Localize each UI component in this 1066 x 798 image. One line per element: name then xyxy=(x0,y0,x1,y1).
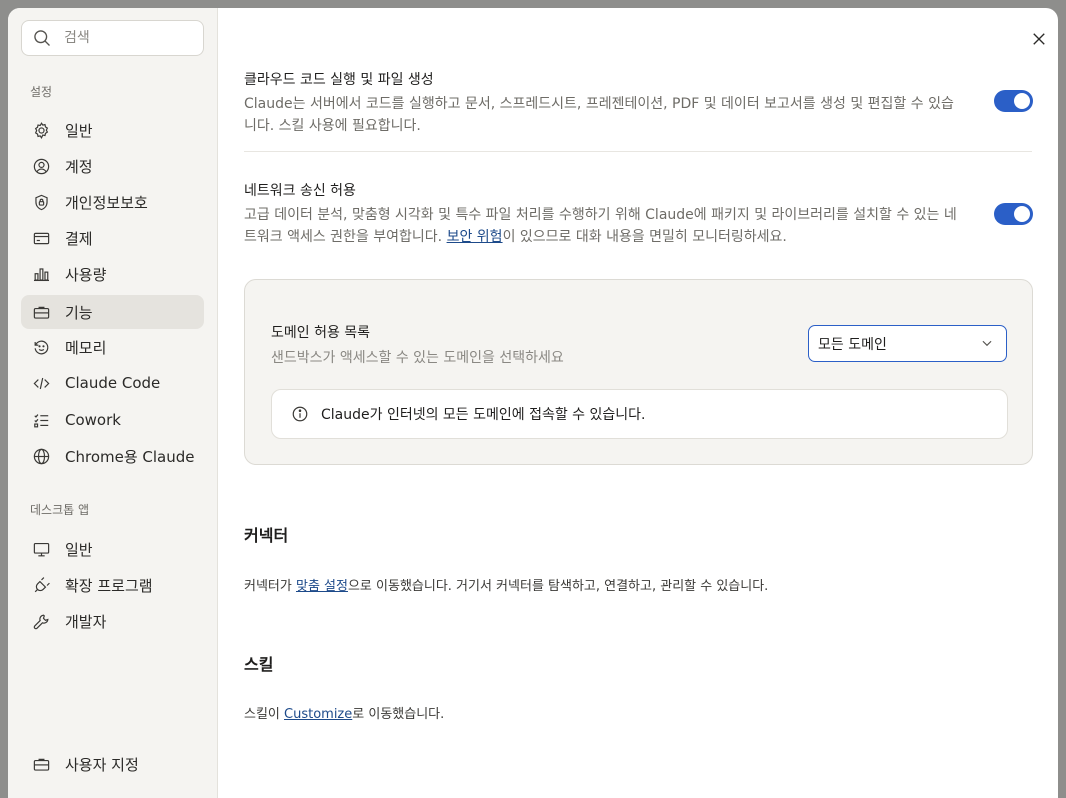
skills-heading: 스킬 xyxy=(244,655,274,674)
skills-text: 스킬이 Customize로 이동했습니다. xyxy=(244,703,444,722)
sidebar-item-general[interactable]: 일반 xyxy=(21,113,204,147)
settings-section-label: 설정 xyxy=(30,85,53,99)
search-input[interactable] xyxy=(64,30,194,46)
sidebar-item-privacy[interactable]: 개인정보보호 xyxy=(21,185,204,219)
security-risk-link[interactable]: 보안 위험 xyxy=(447,229,503,245)
domain-select-value: 모든 도메인 xyxy=(818,336,887,353)
chevron-down-icon xyxy=(980,336,994,350)
network-egress-toggle[interactable] xyxy=(994,203,1033,225)
sidebar-item-label: 개인정보보호 xyxy=(65,193,148,212)
sidebar-item-label: 사용량 xyxy=(65,265,107,284)
sidebar-item-label: Claude Code xyxy=(65,374,161,392)
sidebar-item-memory[interactable]: 메모리 xyxy=(21,330,204,364)
domain-info-text: Claude가 인터넷의 모든 도메인에 접속할 수 있습니다. xyxy=(321,407,646,423)
plugin-icon xyxy=(31,575,51,595)
info-icon xyxy=(291,405,309,423)
gear-icon xyxy=(31,120,51,140)
desktop-section-label: 데스크톱 앱 xyxy=(30,503,90,517)
sidebar-item-label: 확장 프로그램 xyxy=(65,576,153,595)
sidebar-item-label: 사용자 지정 xyxy=(65,755,139,774)
sidebar: 설정 일반 계정 개인정보보호 결제 사용량 기능 메모리 xyxy=(8,8,218,798)
sidebar-item-desktop-general[interactable]: 일반 xyxy=(21,532,204,566)
skills-text-before: 스킬이 xyxy=(244,707,285,722)
checklist-icon xyxy=(31,410,51,430)
code-exec-title: 클라우드 코드 실행 및 파일 생성 xyxy=(244,72,434,88)
domain-select[interactable]: 모든 도메인 xyxy=(808,325,1007,362)
credit-card-icon xyxy=(31,228,51,248)
globe-icon xyxy=(31,446,51,466)
bar-chart-icon xyxy=(31,264,51,284)
sidebar-item-label: 일반 xyxy=(65,121,93,140)
wrench-icon xyxy=(31,611,51,631)
customize-settings-link[interactable]: 맞춤 설정 xyxy=(296,579,348,594)
sidebar-item-label: 메모리 xyxy=(65,338,107,357)
sidebar-item-extensions[interactable]: 확장 프로그램 xyxy=(21,568,204,602)
toggle-knob xyxy=(1014,93,1030,109)
network-egress-description: 고급 데이터 분석, 맞춤형 시각화 및 특수 파일 처리를 수행하기 위해 C… xyxy=(244,204,964,248)
sidebar-item-label: Cowork xyxy=(65,411,121,429)
sidebar-item-billing[interactable]: 결제 xyxy=(21,221,204,255)
connectors-heading: 커넥터 xyxy=(244,526,289,545)
sidebar-item-developer[interactable]: 개발자 xyxy=(21,604,204,638)
code-exec-toggle[interactable] xyxy=(994,90,1033,112)
network-egress-title: 네트워크 송신 허용 xyxy=(244,183,356,199)
sidebar-item-cowork[interactable]: Cowork xyxy=(21,403,204,437)
sidebar-item-features[interactable]: 기능 xyxy=(21,295,204,329)
sidebar-item-account[interactable]: 계정 xyxy=(21,149,204,183)
close-button[interactable] xyxy=(1028,28,1050,50)
domain-allowlist-panel: 도메인 허용 목록 샌드박스가 액세스할 수 있는 도메인을 선택하세요 모든 … xyxy=(244,279,1033,465)
connectors-text: 커넥터가 맞춤 설정으로 이동했습니다. 거기서 커넥터를 탐색하고, 연결하고… xyxy=(244,575,768,594)
user-circle-icon xyxy=(31,156,51,176)
customize-link[interactable]: Customize xyxy=(284,707,352,722)
settings-modal: 설정 일반 계정 개인정보보호 결제 사용량 기능 메모리 xyxy=(8,8,1058,798)
sidebar-item-claude-code[interactable]: Claude Code xyxy=(21,366,204,400)
toggle-knob xyxy=(1014,206,1030,222)
history-icon xyxy=(31,337,51,357)
domain-allowlist-description: 샌드박스가 액세스할 수 있는 도메인을 선택하세요 xyxy=(271,350,564,366)
shield-lock-icon xyxy=(31,192,51,212)
briefcase-icon xyxy=(31,754,51,774)
sidebar-item-label: Chrome용 Claude xyxy=(65,447,195,466)
sidebar-item-label: 기능 xyxy=(65,303,93,322)
connectors-text-before: 커넥터가 xyxy=(244,579,296,594)
network-desc-after: 이 있으므로 대화 내용을 면밀히 모니터링하세요. xyxy=(502,229,787,245)
domain-info-box: Claude가 인터넷의 모든 도메인에 접속할 수 있습니다. xyxy=(271,389,1008,439)
sidebar-item-customize[interactable]: 사용자 지정 xyxy=(21,747,204,781)
connectors-text-after: 으로 이동했습니다. 거기서 커넥터를 탐색하고, 연결하고, 관리할 수 있습… xyxy=(347,579,769,594)
sidebar-item-label: 결제 xyxy=(65,229,93,248)
monitor-icon xyxy=(31,539,51,559)
main-content: 클라우드 코드 실행 및 파일 생성 Claude는 서버에서 코드를 실행하고… xyxy=(218,8,1058,798)
close-icon xyxy=(1030,30,1048,48)
divider xyxy=(244,151,1032,152)
sidebar-item-label: 개발자 xyxy=(65,612,107,631)
skills-text-after: 로 이동했습니다. xyxy=(352,707,445,722)
sidebar-item-usage[interactable]: 사용량 xyxy=(21,257,204,291)
sidebar-item-chrome-claude[interactable]: Chrome용 Claude xyxy=(21,439,204,473)
sidebar-item-label: 계정 xyxy=(65,157,93,176)
sidebar-item-label: 일반 xyxy=(65,540,93,559)
search-box[interactable] xyxy=(21,20,204,56)
briefcase-icon xyxy=(31,302,51,322)
code-icon xyxy=(31,373,51,393)
search-icon xyxy=(32,28,52,48)
domain-allowlist-title: 도메인 허용 목록 xyxy=(271,325,371,341)
code-exec-description: Claude는 서버에서 코드를 실행하고 문서, 스프레드시트, 프레젠테이션… xyxy=(244,96,954,134)
